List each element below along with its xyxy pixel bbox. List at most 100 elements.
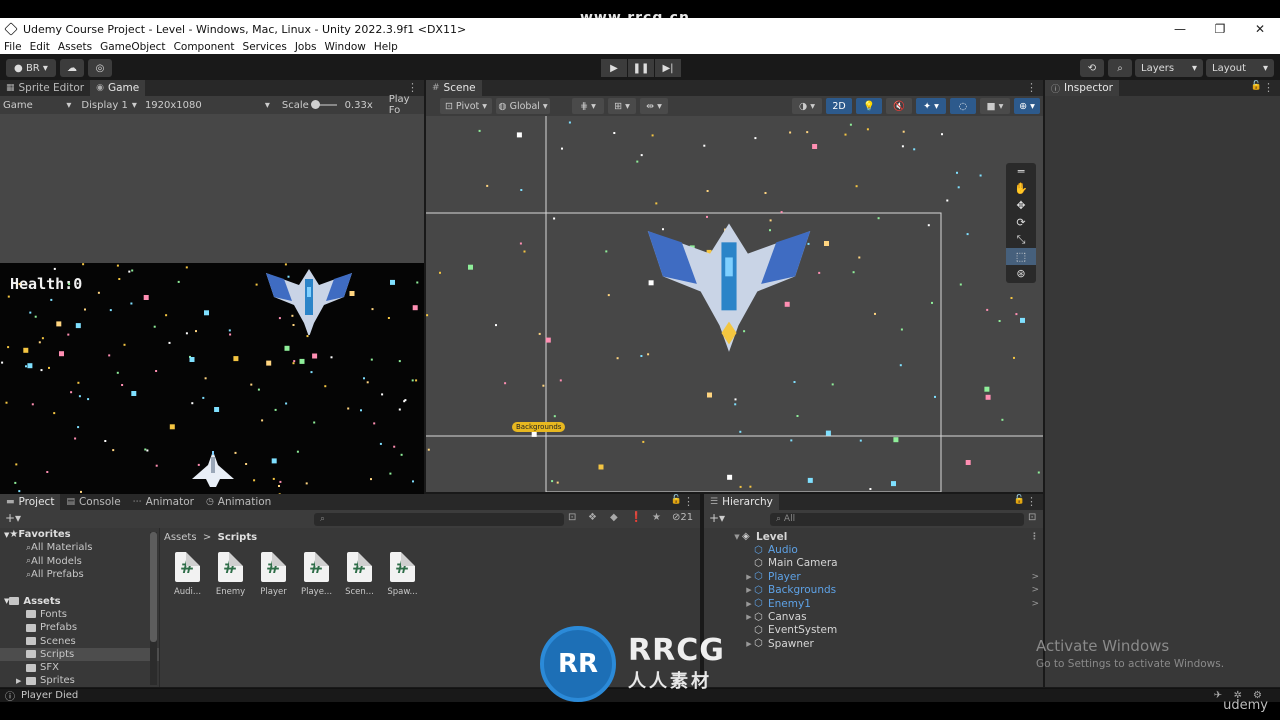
search-icon[interactable]: ⌕ [1108, 59, 1132, 77]
resolution-dropdown[interactable]: 1920x1080 ▾ [141, 100, 274, 111]
scale-slider-thumb[interactable] [310, 100, 320, 109]
expand-arrow-icon[interactable]: ▶ [744, 573, 754, 581]
hand-tool-icon[interactable]: ✋ [1006, 180, 1036, 197]
hierarchy-item-canvas[interactable]: ▶ ⬡ Canvas [704, 610, 1043, 623]
tab-game[interactable]: ◉ Game [90, 80, 146, 96]
hierarchy-item-eventsystem[interactable]: ⬡ EventSystem [704, 624, 1043, 637]
panel-menu-icon[interactable]: ⋮ [1026, 495, 1037, 508]
script-asset[interactable]: # Scen... [342, 552, 377, 597]
tools-drag-handle[interactable]: ═ [1006, 163, 1036, 180]
move-tool-icon[interactable]: ✥ [1006, 197, 1036, 214]
visibility-icon[interactable]: ◌ [950, 98, 976, 114]
tree-section-assets[interactable]: ▼ Assets [0, 594, 159, 607]
hierarchy-item-main-camera[interactable]: ⬡ Main Camera [704, 557, 1043, 570]
tree-scrollbar[interactable] [150, 532, 157, 685]
global-dropdown[interactable]: ◍ Global ▾ [496, 98, 550, 114]
project-search-input[interactable]: ⌕ [314, 513, 564, 526]
tree-scrollbar-thumb[interactable] [150, 532, 157, 642]
tab-project[interactable]: ▬ Project [0, 494, 61, 510]
menu-item-help[interactable]: Help [370, 41, 402, 53]
effects-icon[interactable]: ✦ ▾ [916, 98, 946, 114]
status-message[interactable]: Player Died [21, 690, 78, 701]
hierarchy-item-audio[interactable]: ⬡ Audio [704, 543, 1043, 556]
close-button[interactable]: ✕ [1240, 18, 1280, 40]
lock-icon[interactable]: 🔓 [671, 495, 682, 505]
pause-button[interactable]: ❚❚ [628, 59, 654, 77]
panel-menu-icon[interactable]: ⋮ [683, 495, 694, 508]
menu-item-gameobject[interactable]: GameObject [96, 41, 169, 53]
add-asset-button[interactable]: +▾ [5, 511, 21, 525]
menu-item-jobs[interactable]: Jobs [291, 41, 321, 53]
history-icon[interactable]: ⟲ [1080, 59, 1104, 77]
tree-item-scripts[interactable]: Scripts [0, 647, 159, 661]
collab-icon[interactable]: ◎ [88, 59, 112, 77]
mode-2d-toggle[interactable]: 2D [826, 98, 852, 114]
menu-item-window[interactable]: Window [320, 41, 369, 53]
expand-arrow-icon[interactable]: ▶ [744, 613, 754, 621]
grid-snap-icon[interactable]: ⋕ ▾ [572, 98, 604, 114]
expand-arrow-icon[interactable]: ▶ [744, 586, 754, 594]
script-asset[interactable]: # Spaw... [385, 552, 420, 597]
layers-dropdown[interactable]: Layers ▾ [1135, 59, 1203, 77]
pivot-dropdown[interactable]: ⊡ Pivot ▾ [440, 98, 492, 114]
scene-view[interactable]: Backgrounds ═ ✋ ✥ ⟳ ⤡ ⬚ ⊛ [426, 116, 1043, 492]
script-asset[interactable]: # Playe... [299, 552, 334, 597]
hierarchy-item-spawner[interactable]: ▶ ⬡ Spawner [704, 637, 1043, 650]
tree-item-sprites[interactable]: ▶ Sprites [0, 674, 159, 687]
shading-mode-icon[interactable]: ◑ ▾ [792, 98, 822, 114]
script-asset[interactable]: # Player [256, 552, 291, 597]
hierarchy-item-level[interactable]: ▼ ◈ Level ⋮ [704, 530, 1043, 543]
tab-animation[interactable]: ◷ Animation [200, 494, 277, 510]
tree-item-fonts[interactable]: Fonts [0, 608, 159, 621]
account-dropdown[interactable]: ● BR ▾ [6, 59, 56, 77]
tab-animator[interactable]: ⋯ Animator [127, 494, 200, 510]
tab-inspector[interactable]: ⓘ Inspector [1045, 80, 1119, 96]
progress-icon[interactable]: ✈ [1214, 690, 1222, 701]
scale-slider[interactable] [310, 100, 337, 109]
filter-label-icon[interactable]: ◆ [610, 512, 618, 523]
breadcrumb-current[interactable]: Scripts [218, 532, 257, 543]
breadcrumb-root[interactable]: Assets [164, 532, 197, 543]
script-asset[interactable]: # Enemy [213, 552, 248, 597]
tree-item-all-materials[interactable]: ⌕ All Materials [0, 541, 159, 554]
snap-increment-icon[interactable]: ⊞ ▾ [608, 98, 636, 114]
gizmos-icon[interactable]: ⊕ ▾ [1014, 98, 1040, 114]
hierarchy-search-input[interactable]: ⌕ All [770, 513, 1024, 526]
tree-section-favorites[interactable]: ▼ ★ Favorites [0, 528, 159, 541]
hidden-packages-count[interactable]: ⊘21 [672, 512, 693, 523]
tab-console[interactable]: ▤ Console [60, 494, 126, 510]
open-prefab-icon[interactable]: > [1031, 599, 1039, 609]
menu-item-edit[interactable]: Edit [26, 41, 54, 53]
minimize-button[interactable]: — [1160, 18, 1200, 40]
rotate-tool-icon[interactable]: ⟳ [1006, 214, 1036, 231]
tree-item-prefabs[interactable]: Prefabs [0, 621, 159, 634]
tree-item-all-models[interactable]: ⌕ All Models [0, 555, 159, 568]
audio-toggle-icon[interactable]: 🔇 [886, 98, 912, 114]
expand-arrow-icon[interactable]: ▶ [16, 677, 21, 685]
lock-icon[interactable]: 🔓 [1014, 495, 1025, 505]
favorite-star-icon[interactable]: ★ [652, 512, 661, 523]
tree-item-scenes[interactable]: Scenes [0, 634, 159, 647]
tab-scene[interactable]: # Scene [426, 80, 482, 96]
create-object-button[interactable]: +▾ [709, 511, 725, 525]
play-focused-dropdown[interactable]: Play Fo [389, 94, 424, 116]
log-warning-icon[interactable]: ❗ [630, 512, 642, 523]
rect-tool-icon[interactable]: ⬚ [1006, 248, 1036, 265]
align-icon[interactable]: ⇹ ▾ [640, 98, 668, 114]
transform-tool-icon[interactable]: ⊛ [1006, 265, 1036, 282]
expand-arrow-icon[interactable]: ▶ [744, 640, 754, 648]
hierarchy-item-player[interactable]: ▶ ⬡ Player > [704, 570, 1043, 583]
panel-menu-icon[interactable]: ⋮ [407, 81, 418, 94]
lock-icon[interactable]: 🔓 [1251, 81, 1262, 91]
cloud-icon[interactable]: ☁ [60, 59, 84, 77]
search-by-type-icon[interactable]: ⊡ [568, 512, 576, 523]
step-button[interactable]: ▶| [655, 59, 681, 77]
play-button[interactable]: ▶ [601, 59, 627, 77]
lighting-icon[interactable]: 💡 [856, 98, 882, 114]
tree-item-sfx[interactable]: SFX [0, 661, 159, 674]
menu-item-file[interactable]: File [0, 41, 26, 53]
search-filter-icon[interactable]: ⊡ [1028, 512, 1036, 523]
scale-tool-icon[interactable]: ⤡ [1006, 231, 1036, 248]
display-dropdown[interactable]: Display 1 ▾ [75, 100, 141, 111]
menu-item-assets[interactable]: Assets [54, 41, 96, 53]
